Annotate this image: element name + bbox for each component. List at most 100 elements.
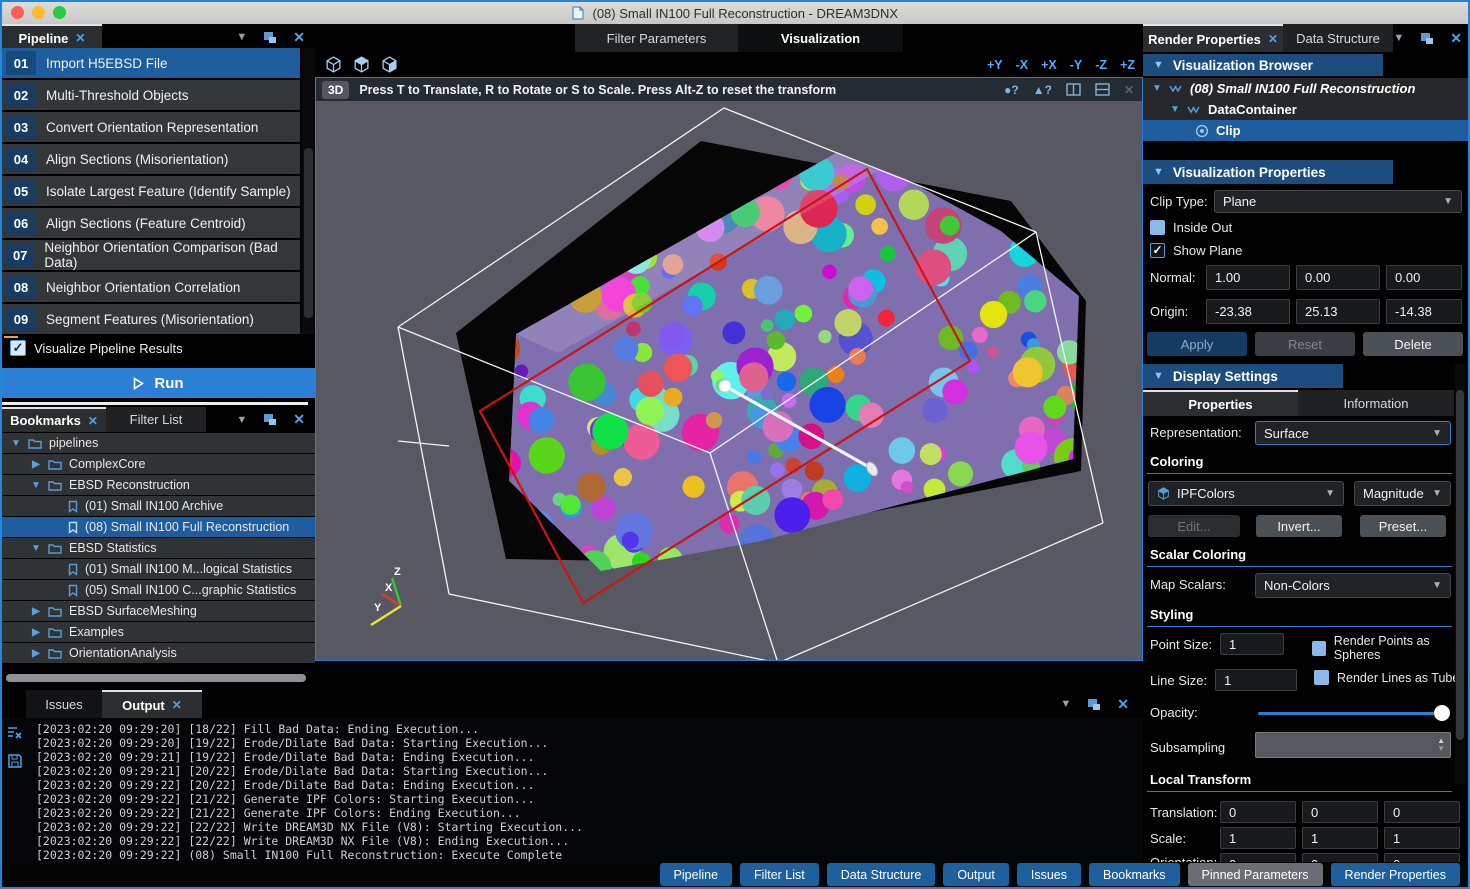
- opacity-slider-knob[interactable]: [1434, 705, 1450, 721]
- tab-filter-parameters[interactable]: Filter Parameters: [575, 24, 738, 52]
- translation-y-field[interactable]: 0: [1302, 801, 1378, 823]
- normal-z-field[interactable]: 0.00: [1386, 265, 1462, 290]
- pipeline-scrollbar[interactable]: [302, 48, 315, 334]
- camera-plus-y-button[interactable]: +Y: [987, 58, 1003, 72]
- chevron-expanded-icon[interactable]: ▼: [30, 543, 42, 554]
- scale-y-field[interactable]: 1: [1302, 827, 1378, 849]
- visualization-browser-header[interactable]: ▼ Visualization Browser: [1143, 54, 1383, 76]
- browser-item-root[interactable]: ▼ (08) Small IN100 Full Reconstruction: [1143, 78, 1468, 99]
- tree-item-ebsd-surfacemeshing[interactable]: ▶ EBSD SurfaceMeshing: [2, 601, 315, 621]
- tab-display-information[interactable]: Information: [1298, 390, 1454, 416]
- points-as-spheres-checkbox[interactable]: [1312, 641, 1326, 656]
- point-size-field[interactable]: 1: [1220, 633, 1284, 655]
- origin-y-field[interactable]: 25.13: [1296, 299, 1380, 324]
- dock-bookmarks-button[interactable]: Bookmarks: [1089, 863, 1180, 886]
- line-size-field[interactable]: 1: [1215, 669, 1297, 691]
- visualization-properties-header[interactable]: ▼ Visualization Properties: [1143, 160, 1393, 184]
- popout-panel-icon[interactable]: [263, 413, 277, 426]
- scale-x-field[interactable]: 1: [1220, 827, 1296, 849]
- dock-data-structure-button[interactable]: Data Structure: [827, 863, 936, 886]
- tab-display-properties[interactable]: Properties: [1143, 390, 1298, 416]
- close-tab-icon[interactable]: ✕: [88, 414, 98, 428]
- display-settings-header[interactable]: ▼ Display Settings: [1143, 364, 1343, 388]
- tab-output[interactable]: Output✕: [102, 690, 202, 718]
- scale-z-field[interactable]: 1: [1384, 827, 1460, 849]
- clip-type-dropdown[interactable]: Plane▼: [1214, 190, 1462, 213]
- run-pipeline-button[interactable]: Run: [2, 368, 315, 398]
- camera-cube-filled-icon[interactable]: [353, 56, 370, 73]
- pipeline-step[interactable]: 01Import H5EBSD File: [2, 48, 300, 78]
- tree-item-complexcore[interactable]: ▶ ComplexCore: [2, 454, 315, 474]
- render-panel-scrollbar[interactable]: [1455, 364, 1465, 784]
- reset-button[interactable]: Reset: [1255, 332, 1355, 356]
- tree-item-morphological-statistics[interactable]: (01) Small IN100 M...logical Statistics: [2, 559, 315, 579]
- chevron-collapsed-icon[interactable]: ▶: [30, 648, 42, 659]
- chevron-expanded-icon[interactable]: ▼: [30, 480, 42, 491]
- visibility-eye-icon[interactable]: [1195, 124, 1209, 138]
- pipeline-step[interactable]: 08Neighbor Orientation Correlation: [2, 272, 300, 302]
- opacity-slider[interactable]: [1258, 712, 1442, 715]
- triangle-help-icon[interactable]: ▲?: [1033, 83, 1052, 97]
- save-log-icon[interactable]: [8, 754, 22, 768]
- dock-pipeline-button[interactable]: Pipeline: [660, 863, 732, 886]
- close-tab-icon[interactable]: ✕: [1268, 32, 1278, 46]
- origin-x-field[interactable]: -23.38: [1206, 299, 1290, 324]
- camera-minus-z-button[interactable]: -Z: [1095, 58, 1107, 72]
- preset-colormap-button[interactable]: Preset...: [1360, 515, 1446, 537]
- translation-x-field[interactable]: 0: [1220, 801, 1296, 823]
- close-view-icon[interactable]: ✕: [1124, 83, 1134, 97]
- color-array-dropdown[interactable]: IPFColors▼: [1148, 481, 1344, 506]
- normal-x-field[interactable]: 1.00: [1206, 265, 1290, 290]
- camera-minus-y-button[interactable]: -Y: [1070, 58, 1083, 72]
- tree-item-examples[interactable]: ▶ Examples: [2, 622, 315, 642]
- clear-console-icon[interactable]: [7, 726, 22, 740]
- pipeline-step[interactable]: 02Multi-Threshold Objects: [2, 80, 300, 110]
- dock-pinned-parameters-button[interactable]: Pinned Parameters: [1188, 863, 1323, 886]
- delete-button[interactable]: Delete: [1363, 332, 1463, 356]
- normal-y-field[interactable]: 0.00: [1296, 265, 1380, 290]
- tree-item-small-in100-full-reconstruction[interactable]: (08) Small IN100 Full Reconstruction: [2, 517, 315, 537]
- representation-dropdown[interactable]: Surface▼: [1255, 421, 1451, 445]
- tree-item-orientationanalysis[interactable]: ▶ OrientationAnalysis: [2, 643, 315, 663]
- tab-pipeline[interactable]: Pipeline✕: [2, 24, 102, 50]
- popout-panel-icon[interactable]: [263, 31, 277, 44]
- spin-down-icon[interactable]: ▼: [1437, 745, 1445, 753]
- tab-render-properties[interactable]: Render Properties✕: [1143, 24, 1283, 52]
- chevron-expanded-icon[interactable]: ▼: [10, 438, 22, 449]
- camera-plus-z-button[interactable]: +Z: [1120, 58, 1135, 72]
- 3d-viewport[interactable]: Z X Y: [316, 101, 1142, 660]
- close-tab-icon[interactable]: ✕: [172, 698, 182, 712]
- invert-colormap-button[interactable]: Invert...: [1256, 515, 1342, 537]
- camera-minus-x-button[interactable]: -X: [1016, 58, 1029, 72]
- tree-item-small-in100-archive[interactable]: (01) Small IN100 Archive: [2, 496, 315, 516]
- component-dropdown[interactable]: Magnitude▼: [1354, 481, 1451, 506]
- pipeline-step[interactable]: 06Align Sections (Feature Centroid): [2, 208, 300, 238]
- close-panel-icon[interactable]: ✕: [293, 29, 305, 46]
- tab-filter-list[interactable]: Filter List: [106, 407, 206, 432]
- tab-data-structure[interactable]: Data Structure: [1283, 24, 1393, 52]
- translation-z-field[interactable]: 0: [1384, 801, 1460, 823]
- pipeline-step[interactable]: 05Isolate Largest Feature (Identify Samp…: [2, 176, 300, 206]
- tree-item-crystallographic-statistics[interactable]: (05) Small IN100 C...graphic Statistics: [2, 580, 315, 600]
- browser-item-clip[interactable]: Clip: [1143, 120, 1468, 141]
- dock-render-properties-button[interactable]: Render Properties: [1331, 863, 1460, 886]
- close-panel-icon[interactable]: ✕: [1117, 696, 1129, 713]
- apply-button[interactable]: Apply: [1147, 332, 1247, 356]
- tree-item-pipelines[interactable]: ▼ pipelines: [2, 433, 315, 453]
- tab-visualization[interactable]: Visualization: [738, 24, 903, 52]
- visualize-results-checkbox[interactable]: ✓: [10, 340, 26, 356]
- inside-out-checkbox[interactable]: [1150, 220, 1165, 235]
- panel-splitter[interactable]: [2, 402, 308, 405]
- tree-item-ebsd-statistics[interactable]: ▼ EBSD Statistics: [2, 538, 315, 558]
- origin-z-field[interactable]: -14.38: [1386, 299, 1462, 324]
- dock-issues-button[interactable]: Issues: [1017, 863, 1081, 886]
- camera-plus-x-button[interactable]: +X: [1041, 58, 1057, 72]
- point-help-icon[interactable]: ●?: [1004, 83, 1019, 97]
- popout-panel-icon[interactable]: [1420, 32, 1434, 45]
- split-horizontal-icon[interactable]: [1095, 83, 1110, 96]
- chevron-expanded-icon[interactable]: ▼: [1151, 83, 1163, 94]
- chevron-down-icon[interactable]: ▼: [236, 414, 247, 426]
- dock-filter-list-button[interactable]: Filter List: [740, 863, 819, 886]
- chevron-down-icon[interactable]: ▼: [1060, 698, 1071, 710]
- chevron-expanded-icon[interactable]: ▼: [1169, 104, 1181, 115]
